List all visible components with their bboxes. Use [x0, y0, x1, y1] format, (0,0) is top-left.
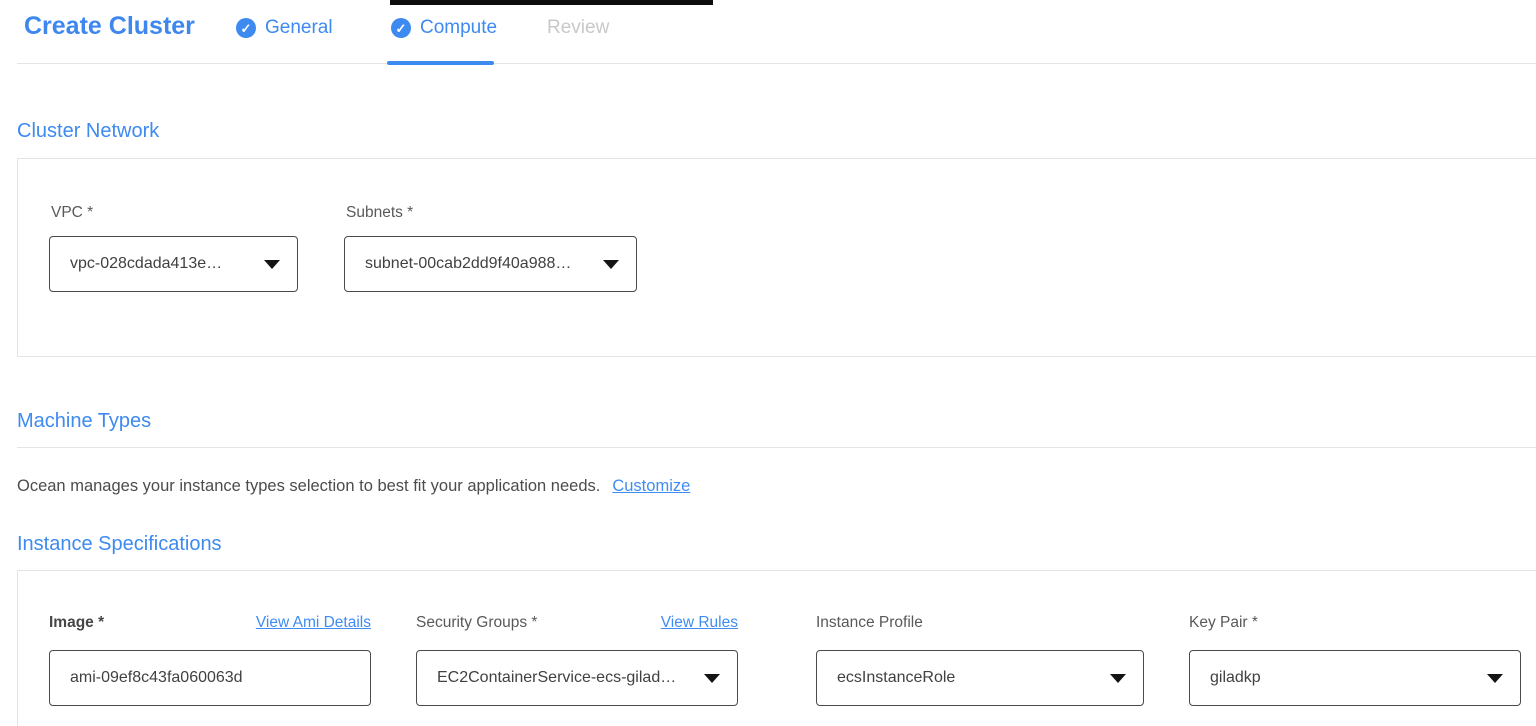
image-input[interactable] — [49, 650, 371, 706]
active-tab-indicator — [387, 61, 494, 65]
security-groups-field-group: Security Groups * View Rules EC2Containe… — [416, 614, 738, 706]
check-circle-icon: ✓ — [236, 18, 256, 38]
subnets-label: Subnets * — [346, 204, 413, 222]
instance-profile-select-value: ecsInstanceRole — [837, 669, 955, 687]
machine-types-description-row: Ocean manages your instance types select… — [17, 477, 690, 496]
image-label: Image * — [49, 614, 104, 632]
top-dark-strip — [390, 0, 713, 5]
chevron-down-icon — [603, 260, 619, 269]
check-circle-icon: ✓ — [391, 18, 411, 38]
key-pair-label: Key Pair * — [1189, 614, 1258, 632]
subnets-select[interactable]: subnet-00cab2dd9f40a988… — [344, 236, 637, 292]
chevron-down-icon — [1487, 674, 1503, 683]
chevron-down-icon — [264, 260, 280, 269]
machine-types-heading: Machine Types — [17, 410, 151, 433]
cluster-network-heading: Cluster Network — [17, 120, 159, 143]
instance-profile-label: Instance Profile — [816, 614, 923, 632]
customize-link[interactable]: Customize — [612, 477, 690, 495]
machine-types-divider — [17, 447, 1536, 448]
image-field-group: Image * View Ami Details — [49, 614, 371, 706]
create-cluster-page: { "colors": { "accent_blue": "#3d8af0", … — [0, 0, 1536, 726]
chevron-down-icon — [1110, 674, 1126, 683]
subnets-select-value: subnet-00cab2dd9f40a988… — [365, 255, 571, 273]
security-groups-select[interactable]: EC2ContainerService-ecs-gilad… — [416, 650, 738, 706]
view-rules-link[interactable]: View Rules — [661, 614, 738, 632]
security-groups-select-value: EC2ContainerService-ecs-gilad… — [437, 669, 676, 687]
tab-review-label: Review — [547, 17, 609, 39]
key-pair-field-group: Key Pair * giladkp — [1189, 614, 1521, 706]
instance-profile-field-group: Instance Profile ecsInstanceRole — [816, 614, 1144, 706]
machine-types-description: Ocean manages your instance types select… — [17, 477, 600, 495]
tab-general-label: General — [265, 17, 333, 39]
instance-profile-select[interactable]: ecsInstanceRole — [816, 650, 1144, 706]
page-title: Create Cluster — [24, 12, 195, 41]
tab-general[interactable]: ✓ General — [236, 17, 333, 39]
instance-specifications-heading: Instance Specifications — [17, 533, 222, 556]
cluster-network-card: VPC * Subnets * vpc-028cdada413e… subnet… — [17, 158, 1536, 357]
tab-review[interactable]: Review — [547, 17, 609, 39]
key-pair-select[interactable]: giladkp — [1189, 650, 1521, 706]
tab-compute-label: Compute — [420, 17, 497, 39]
instance-specifications-card: Image * View Ami Details Security Groups… — [17, 570, 1536, 726]
key-pair-select-value: giladkp — [1210, 669, 1261, 687]
view-ami-details-link[interactable]: View Ami Details — [256, 614, 371, 632]
header-divider — [17, 63, 1536, 64]
chevron-down-icon — [704, 674, 720, 683]
vpc-select-value: vpc-028cdada413e… — [70, 255, 222, 273]
security-groups-label: Security Groups * — [416, 614, 537, 632]
vpc-label: VPC * — [51, 204, 93, 222]
tab-compute[interactable]: ✓ Compute — [391, 17, 497, 39]
vpc-select[interactable]: vpc-028cdada413e… — [49, 236, 298, 292]
